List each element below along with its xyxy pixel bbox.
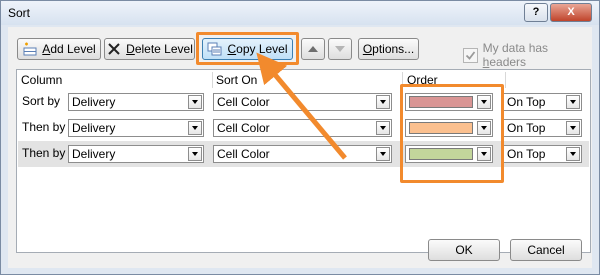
column-select[interactable]: Delivery xyxy=(68,119,204,137)
sort-levels-grid: Column Sort On Order Sort by Delivery Ce… xyxy=(16,69,591,253)
sort-on-select[interactable]: Cell Color xyxy=(213,145,392,163)
delete-x-icon xyxy=(108,43,120,55)
order-position-select[interactable]: On Top xyxy=(503,93,582,111)
order-position-select[interactable]: On Top xyxy=(503,119,582,137)
move-down-button[interactable] xyxy=(328,38,352,60)
checkmark-icon xyxy=(465,50,476,60)
headers-checkbox-row[interactable]: My data has headers xyxy=(463,41,592,69)
dropdown-arrow-icon[interactable] xyxy=(188,121,202,135)
headers-checkbox-label: My data has headers xyxy=(482,41,549,69)
options-button[interactable]: Options... xyxy=(358,38,419,60)
dropdown-arrow-icon[interactable] xyxy=(188,95,202,109)
options-accel: O xyxy=(362,42,373,56)
copy-level-label: opy Level xyxy=(236,42,288,56)
cancel-button[interactable]: Cancel xyxy=(510,239,582,261)
close-button[interactable]: X xyxy=(550,3,592,22)
headers-checkbox[interactable] xyxy=(463,47,478,63)
copy-level-icon xyxy=(207,42,222,56)
row-label: Sort by xyxy=(22,94,61,108)
delete-level-label: elete Level xyxy=(134,42,193,56)
header-divider xyxy=(505,72,506,88)
dropdown-arrow-icon[interactable] xyxy=(566,95,580,109)
dropdown-arrow-icon[interactable] xyxy=(566,147,580,161)
add-level-label: dd Level xyxy=(50,42,96,56)
delete-level-accel: D xyxy=(126,42,135,56)
row-label: Then by xyxy=(22,146,66,160)
arrow-down-icon xyxy=(335,46,345,52)
row-label: Then by xyxy=(22,120,66,134)
title-bar: Sort ? X xyxy=(1,1,599,25)
options-label: ptions... xyxy=(372,42,415,56)
delete-level-button[interactable]: Delete Level xyxy=(104,38,195,60)
dialog-body: Add Level Delete Level Copy Level Option xyxy=(8,27,592,268)
sort-on-select[interactable]: Cell Color xyxy=(213,119,392,137)
column-select[interactable]: Delivery xyxy=(68,93,204,111)
header-divider xyxy=(212,72,213,88)
copy-level-button[interactable]: Copy Level xyxy=(202,38,293,60)
sort-dialog: Sort ? X Add Level Delete Level Copy Lev… xyxy=(0,0,600,275)
arrow-up-icon xyxy=(308,46,318,52)
window-title: Sort xyxy=(8,6,31,20)
copy-level-accel: C xyxy=(227,42,237,56)
dropdown-arrow-icon[interactable] xyxy=(566,121,580,135)
help-button[interactable]: ? xyxy=(524,3,548,22)
add-level-icon xyxy=(23,42,37,56)
column-header: Column xyxy=(21,73,63,87)
order-position-select[interactable]: On Top xyxy=(503,145,582,163)
sort-on-header: Sort On xyxy=(216,73,258,87)
ok-button[interactable]: OK xyxy=(428,239,500,261)
sort-on-select[interactable]: Cell Color xyxy=(213,93,392,111)
order-column-highlight xyxy=(400,84,504,183)
dropdown-arrow-icon[interactable] xyxy=(376,147,390,161)
dropdown-arrow-icon[interactable] xyxy=(376,121,390,135)
dropdown-arrow-icon[interactable] xyxy=(188,147,202,161)
add-level-button[interactable]: Add Level xyxy=(17,38,101,60)
dropdown-arrow-icon[interactable] xyxy=(376,95,390,109)
move-up-button[interactable] xyxy=(301,38,325,60)
column-select[interactable]: Delivery xyxy=(68,145,204,163)
